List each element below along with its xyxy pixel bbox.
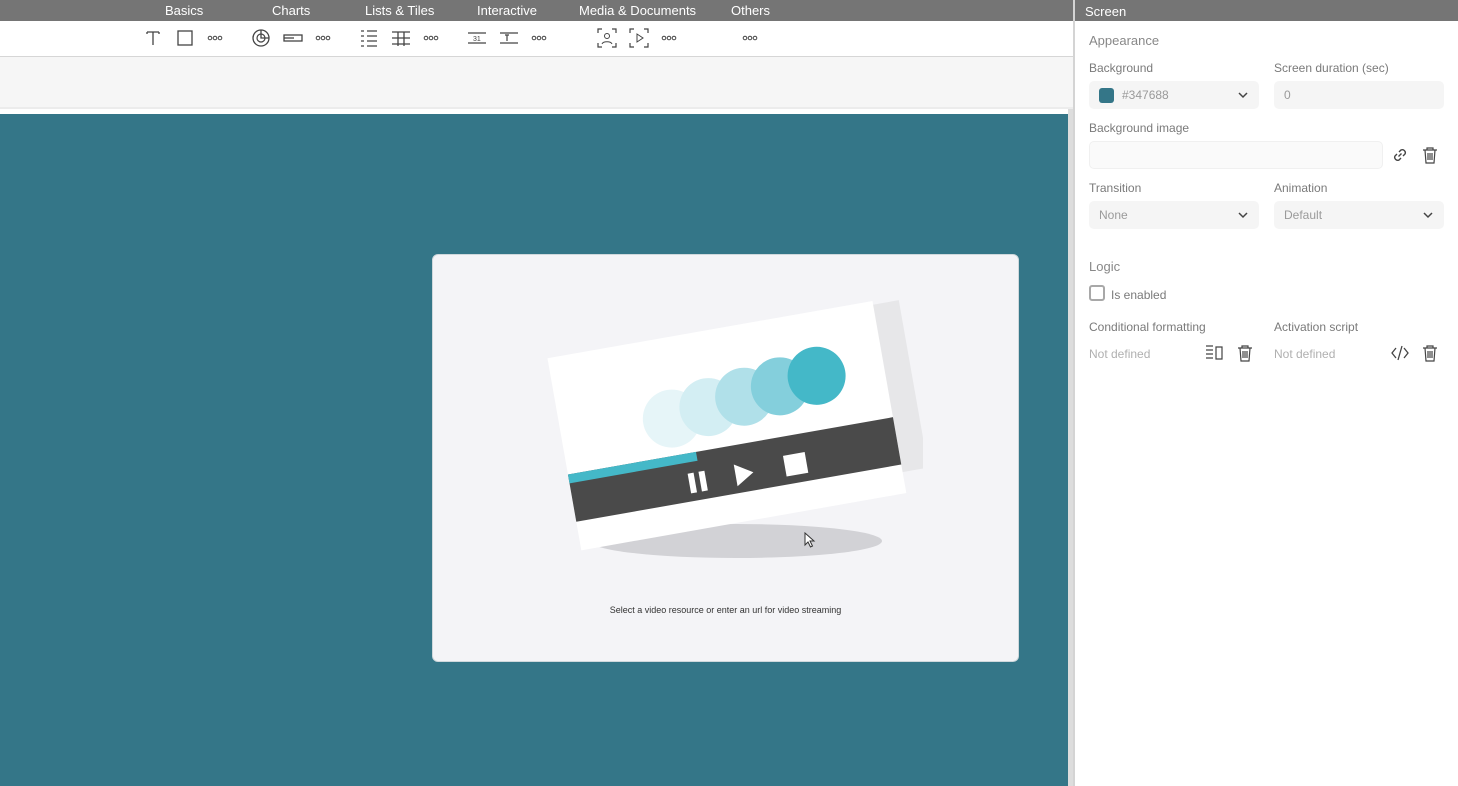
rectangle-tool-icon[interactable] [172, 25, 198, 51]
more-interactive-icon[interactable] [526, 25, 552, 51]
text-tool-icon[interactable] [140, 25, 166, 51]
trash-icon[interactable] [1419, 342, 1441, 364]
list-tool-icon[interactable] [356, 25, 382, 51]
activation-script-label: Activation script [1274, 320, 1359, 334]
category-interactive[interactable]: Interactive [477, 3, 537, 18]
trash-icon[interactable] [1419, 144, 1441, 166]
chevron-down-icon [1238, 92, 1248, 99]
screen-duration-label: Screen duration (sec) [1274, 61, 1389, 75]
video-widget[interactable]: Select a video resource or enter an url … [432, 254, 1019, 662]
animation-select[interactable]: Default [1274, 201, 1444, 229]
panel-title: Screen [1085, 4, 1127, 19]
background-color-value: #347688 [1122, 88, 1169, 102]
conditional-formatting-label: Conditional formatting [1089, 320, 1206, 334]
category-media-documents[interactable]: Media & Documents [579, 3, 696, 18]
progress-bar-tool-icon[interactable] [280, 25, 306, 51]
background-color-picker[interactable]: #347688 [1089, 81, 1259, 109]
is-enabled-label: Is enabled [1111, 288, 1167, 302]
more-basics-icon[interactable] [202, 25, 228, 51]
component-toolbar: 31 [0, 21, 1073, 57]
logic-section-title: Logic [1089, 259, 1121, 274]
panel-header: Screen [1075, 0, 1458, 21]
activation-script-value: Not defined [1274, 347, 1336, 361]
chevron-down-icon [1238, 212, 1248, 219]
transition-value: None [1099, 208, 1128, 222]
screen-duration-value: 0 [1284, 88, 1291, 102]
background-image-input[interactable] [1089, 141, 1383, 169]
conditional-formatting-value: Not defined [1089, 347, 1151, 361]
component-category-bar: Basics Charts Lists & Tiles Interactive … [0, 0, 1073, 21]
table-tool-icon[interactable] [388, 25, 414, 51]
image-tool-icon[interactable] [594, 25, 620, 51]
animation-value: Default [1284, 208, 1323, 222]
is-enabled-checkbox[interactable] [1089, 285, 1105, 301]
category-charts[interactable]: Charts [272, 3, 310, 18]
chevron-down-icon [1423, 212, 1433, 219]
category-others[interactable]: Others [731, 3, 770, 18]
category-lists-tiles[interactable]: Lists & Tiles [365, 3, 434, 18]
mouse-pointer-icon [804, 532, 816, 548]
code-icon[interactable] [1389, 342, 1411, 364]
video-placeholder-illustration [547, 300, 923, 558]
trash-icon[interactable] [1234, 342, 1256, 364]
more-others-icon[interactable] [737, 25, 763, 51]
editor-subbar [0, 57, 1073, 109]
more-charts-icon[interactable] [310, 25, 336, 51]
transition-select[interactable]: None [1089, 201, 1259, 229]
animation-label: Animation [1274, 181, 1328, 195]
svg-text:31: 31 [473, 36, 481, 43]
screen-duration-input[interactable]: 0 [1274, 81, 1444, 109]
editor-area: Basics Charts Lists & Tiles Interactive … [0, 0, 1073, 786]
transition-label: Transition [1089, 181, 1142, 195]
video-caption: Select a video resource or enter an url … [609, 605, 842, 615]
background-image-label: Background image [1089, 121, 1190, 135]
background-color-swatch [1099, 87, 1114, 103]
edit-formatting-icon[interactable] [1203, 342, 1225, 364]
more-lists-icon[interactable] [418, 25, 444, 51]
category-basics[interactable]: Basics [165, 3, 203, 18]
text-input-tool-icon[interactable] [496, 25, 522, 51]
properties-panel: Screen [1073, 0, 1458, 786]
background-label: Background [1089, 61, 1154, 75]
link-icon[interactable] [1389, 144, 1411, 166]
pie-chart-tool-icon[interactable] [248, 25, 274, 51]
number-input-tool-icon[interactable]: 31 [464, 25, 490, 51]
more-media-icon[interactable] [656, 25, 682, 51]
appearance-section-title: Appearance [1089, 33, 1160, 48]
video-tool-icon[interactable] [626, 25, 652, 51]
